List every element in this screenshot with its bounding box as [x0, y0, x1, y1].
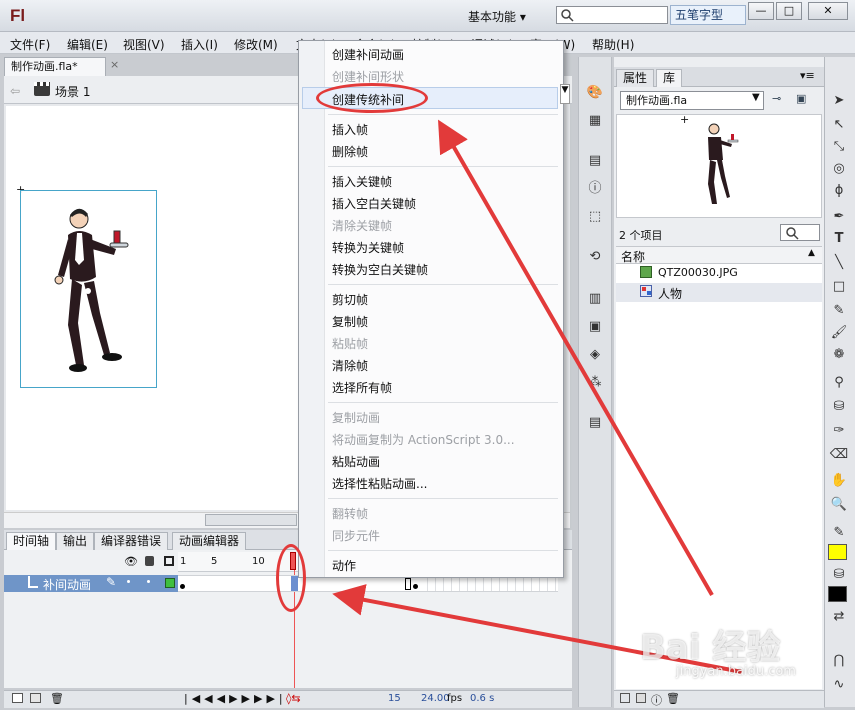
watermark-logo: Bai 经验	[640, 628, 781, 668]
watermark-url: jingyan.baidu.com	[676, 664, 796, 679]
annotation-arrows	[332, 119, 743, 674]
